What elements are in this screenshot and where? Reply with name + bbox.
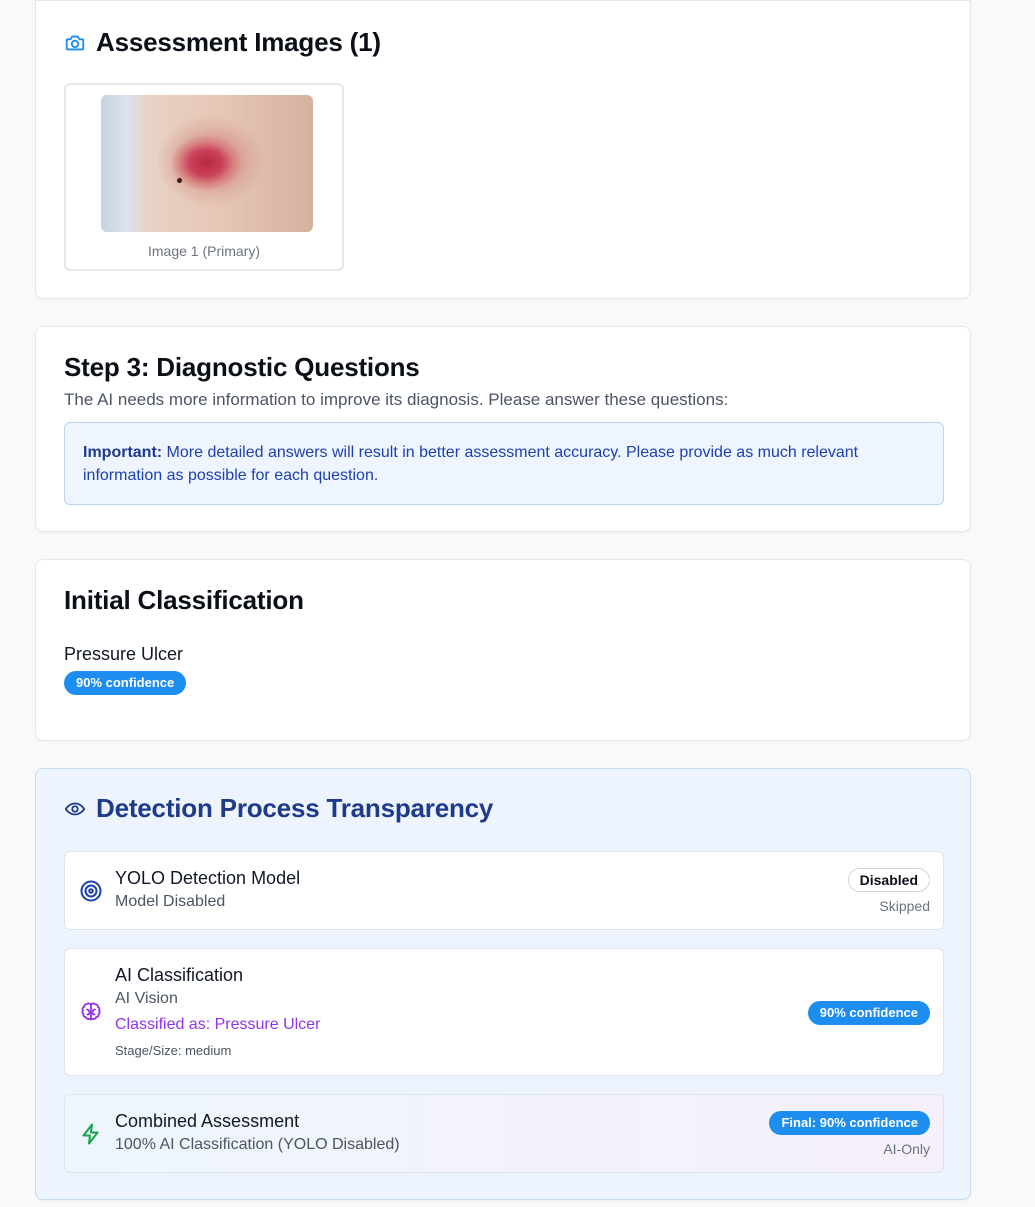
camera-icon [65, 35, 85, 50]
step3-description: The AI needs more information to improve… [64, 390, 729, 409]
brain-icon [81, 1002, 101, 1021]
step3-title: Step 3: Diagnostic Questions [64, 352, 420, 382]
combined-subtitle: 100% AI Classification (YOLO Disabled) [115, 1136, 400, 1153]
classified-as-text: Classified as: Pressure Ulcer [115, 1016, 321, 1033]
disabled-badge: Disabled [847, 868, 930, 892]
detection-transparency-card: Detection Process Transparency YOLO Dete… [35, 768, 971, 1200]
important-notice: Important: More detailed answers will re… [64, 422, 944, 505]
yolo-status-note: Skipped [879, 898, 930, 914]
detection-transparency-title: Detection Process Transparency [96, 793, 494, 823]
ai-classification-title: AI Classification [115, 965, 244, 985]
confidence-badge: 90% confidence [64, 671, 187, 695]
initial-classification-card: Initial Classification Pressure Ulcer 90… [35, 559, 971, 741]
assessment-images-header: Assessment Images (1) [64, 27, 381, 58]
image-thumbnail[interactable]: Image 1 (Primary) [64, 83, 344, 271]
combined-status-note: AI-Only [883, 1141, 930, 1157]
yolo-title: YOLO Detection Model [115, 868, 301, 888]
ai-classification-row: AI Classification AI Vision Classified a… [64, 948, 944, 1076]
stage-size-text: Stage/Size: medium [115, 1043, 232, 1058]
assessment-images-card: Assessment Images (1) Image 1 (Primary) [35, 0, 971, 299]
ai-confidence-badge: 90% confidence [807, 1001, 930, 1025]
notice-text: More detailed answers will result in bet… [83, 444, 859, 484]
yolo-detection-row: YOLO Detection Model Model Disabled Disa… [64, 851, 944, 930]
assessment-images-title: Assessment Images (1) [96, 27, 381, 57]
initial-classification-title: Initial Classification [64, 585, 304, 615]
eye-icon [64, 802, 86, 815]
classification-label: Pressure Ulcer [64, 644, 184, 664]
target-icon [80, 880, 102, 902]
wound-image[interactable] [101, 95, 313, 232]
combined-title: Combined Assessment [115, 1111, 300, 1131]
ai-classification-subtitle: AI Vision [115, 990, 178, 1007]
notice-label: Important: [83, 444, 163, 461]
yolo-subtitle: Model Disabled [115, 893, 226, 910]
image-caption: Image 1 (Primary) [147, 243, 261, 259]
lightning-icon [82, 1123, 99, 1145]
final-confidence-badge: Final: 90% confidence [769, 1111, 930, 1135]
combined-assessment-row: Combined Assessment 100% AI Classificati… [64, 1094, 944, 1173]
diagnostic-questions-card: Step 3: Diagnostic Questions The AI need… [35, 326, 971, 532]
